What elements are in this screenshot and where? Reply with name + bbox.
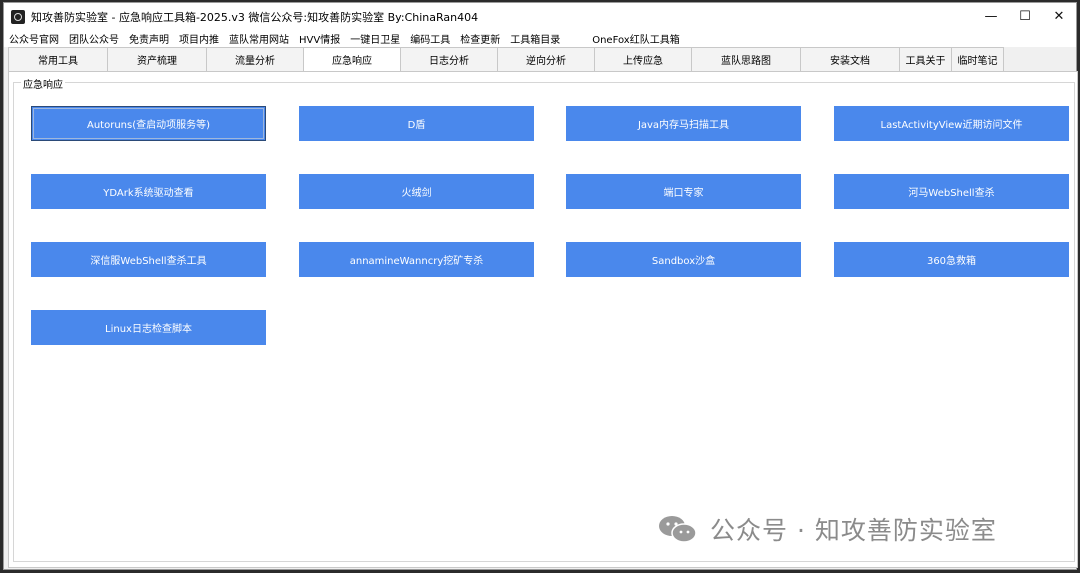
sandbox-button[interactable]: Sandbox沙盒 <box>566 242 801 277</box>
menu-item-blue-team-sites[interactable]: 蓝队常用网站 <box>224 31 294 46</box>
minimize-icon[interactable]: — <box>974 3 1008 30</box>
tab-log-analysis[interactable]: 日志分析 <box>400 47 498 71</box>
linux-log-check-button[interactable]: Linux日志检查脚本 <box>31 310 266 345</box>
app-logo-icon <box>11 9 25 24</box>
menu-bar: 公众号官网 团队公众号 免责声明 项目内推 蓝队常用网站 HVV情报 一键日卫星… <box>4 30 1076 47</box>
tab-reverse-analysis[interactable]: 逆向分析 <box>497 47 595 71</box>
menu-item-hvv-intel[interactable]: HVV情报 <box>294 31 345 46</box>
menu-item-satellite[interactable]: 一键日卫星 <box>345 31 405 46</box>
menu-item-disclaimer[interactable]: 免责声明 <box>124 31 174 46</box>
window-controls: — ☐ ✕ <box>974 3 1076 30</box>
360-rescue-kit-button[interactable]: 360急救箱 <box>834 242 1069 277</box>
app-window: 知攻善防实验室 - 应急响应工具箱-2025.v3 微信公众号:知攻善防实验室 … <box>3 2 1078 570</box>
ydark-button[interactable]: YDArk系统驱动查看 <box>31 174 266 209</box>
close-icon[interactable]: ✕ <box>1042 3 1076 30</box>
tab-incident-response[interactable]: 应急响应 <box>303 47 401 71</box>
sangfor-webshell-button[interactable]: 深信服WebShell查杀工具 <box>31 242 266 277</box>
watermark-text: 公众号 · 知攻善防实验室 <box>710 516 997 545</box>
menu-item-official-site[interactable]: 公众号官网 <box>4 31 64 46</box>
lastactivityview-button[interactable]: LastActivityView近期访问文件 <box>834 106 1069 141</box>
d-shield-button[interactable]: D盾 <box>299 106 534 141</box>
tab-install-docs[interactable]: 安装文档 <box>800 47 900 71</box>
menu-item-referral[interactable]: 项目内推 <box>174 31 224 46</box>
incident-response-group: 应急响应 Autoruns(查启动项服务等) D盾 Java内存马扫描工具 La… <box>13 76 1075 562</box>
annamine-wannacry-button[interactable]: annamineWanncry挖矿专杀 <box>299 242 534 277</box>
tab-temp-notes[interactable]: 临时笔记 <box>951 47 1004 71</box>
tab-blue-team-mindmap[interactable]: 蓝队思路图 <box>691 47 801 71</box>
window-title: 知攻善防实验室 - 应急响应工具箱-2025.v3 微信公众号:知攻善防实验室 … <box>31 10 479 24</box>
tab-asset-inventory[interactable]: 资产梳理 <box>107 47 207 71</box>
wechat-icon <box>658 514 698 544</box>
tab-upload-response[interactable]: 上传应急 <box>594 47 692 71</box>
watermark: 公众号 · 知攻善防实验室 <box>658 511 997 547</box>
menu-item-encoding-tools[interactable]: 编码工具 <box>405 31 455 46</box>
menu-item-toolbox-index[interactable]: 工具箱目录 <box>505 31 565 46</box>
huorong-sword-button[interactable]: 火绒剑 <box>299 174 534 209</box>
tab-bar: 常用工具 资产梳理 流量分析 应急响应 日志分析 逆向分析 上传应急 蓝队思路图… <box>8 47 1004 71</box>
maximize-icon[interactable]: ☐ <box>1008 3 1042 30</box>
menu-item-check-update[interactable]: 检查更新 <box>455 31 505 46</box>
group-label: 应急响应 <box>21 76 65 91</box>
hema-webshell-button[interactable]: 河马WebShell查杀 <box>834 174 1069 209</box>
title-bar: 知攻善防实验室 - 应急响应工具箱-2025.v3 微信公众号:知攻善防实验室 … <box>4 3 1076 30</box>
tab-panel: 应急响应 Autoruns(查启动项服务等) D盾 Java内存马扫描工具 La… <box>8 71 1078 568</box>
port-expert-button[interactable]: 端口专家 <box>566 174 801 209</box>
menu-item-team-account[interactable]: 团队公众号 <box>64 31 124 46</box>
tab-about[interactable]: 工具关于 <box>899 47 952 71</box>
java-memshell-scan-button[interactable]: Java内存马扫描工具 <box>566 106 801 141</box>
tab-traffic-analysis[interactable]: 流量分析 <box>206 47 304 71</box>
tab-common-tools[interactable]: 常用工具 <box>8 47 108 71</box>
menu-item-onefox[interactable]: OneFox红队工具箱 <box>587 31 685 46</box>
autoruns-button[interactable]: Autoruns(查启动项服务等) <box>31 106 266 141</box>
